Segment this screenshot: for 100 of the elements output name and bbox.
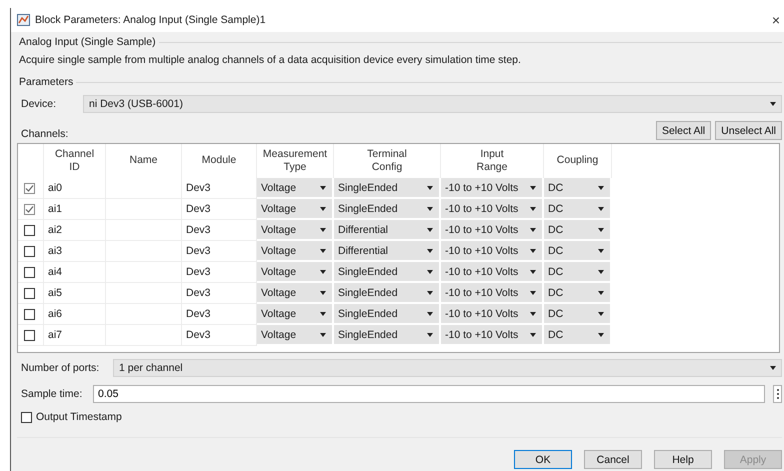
table-cell: ai3 (44, 241, 106, 262)
sample-time-field[interactable]: 0.05 (93, 385, 765, 403)
caret-icon (320, 228, 326, 232)
channels-label: Channels: (21, 128, 70, 140)
table-cell: ai5 (44, 283, 106, 304)
caret-icon (598, 206, 604, 210)
table-cell: ai0 (44, 178, 106, 199)
select-button[interactable]: Select All (656, 121, 712, 140)
column-header: Name (106, 144, 182, 178)
measurement-dropdown[interactable]: Voltage (257, 262, 334, 283)
caret-icon (598, 270, 604, 274)
group-title: Parameters (17, 76, 76, 88)
checkbox[interactable] (24, 308, 35, 320)
terminal-dropdown[interactable]: Differential (334, 241, 441, 262)
coupling-dropdown[interactable]: DC (544, 178, 612, 199)
caret-icon (427, 248, 433, 252)
measurement-dropdown[interactable]: Voltage (257, 199, 334, 220)
coupling-dropdown[interactable]: DC (544, 220, 612, 241)
measurement-dropdown[interactable]: Voltage (257, 241, 334, 262)
measurement-dropdown[interactable]: Voltage (257, 325, 334, 346)
caret-icon (530, 312, 536, 316)
group-title: Analog Input (Single Sample) (17, 36, 159, 48)
window-title: Block Parameters: Analog Input (Single Sample)1 (35, 14, 267, 26)
caret-icon (427, 270, 433, 274)
checkbox[interactable] (24, 182, 35, 194)
range-dropdown[interactable]: -10 to +10 Volts (441, 325, 544, 346)
column-header: Module (182, 144, 257, 178)
caret-icon (530, 248, 536, 252)
checkbox[interactable] (24, 266, 35, 278)
caret-icon (770, 366, 776, 370)
coupling-dropdown[interactable]: DC (544, 262, 612, 283)
checkbox[interactable] (24, 224, 35, 236)
caret-icon (598, 228, 604, 232)
table-cell: ai7 (44, 325, 106, 346)
caret-icon (427, 186, 433, 190)
table-cell: ai6 (44, 304, 106, 325)
table-cell: ai2 (44, 220, 106, 241)
caret-icon (530, 206, 536, 210)
terminal-dropdown[interactable]: SingleEnded (334, 199, 441, 220)
caret-icon (320, 270, 326, 274)
measurement-dropdown[interactable]: Voltage (257, 283, 334, 304)
caret-icon (320, 186, 326, 190)
coupling-dropdown[interactable]: DC (544, 283, 612, 304)
range-dropdown[interactable]: -10 to +10 Volts (441, 283, 544, 304)
dialog-button[interactable]: Cancel (584, 450, 642, 469)
coupling-dropdown[interactable]: DC (544, 241, 612, 262)
terminal-dropdown[interactable]: SingleEnded (334, 325, 441, 346)
terminal-dropdown[interactable]: SingleEnded (334, 304, 441, 325)
measurement-dropdown[interactable]: Voltage (257, 220, 334, 241)
coupling-dropdown[interactable]: DC (544, 325, 612, 346)
more-icon[interactable] (773, 385, 782, 403)
caret-icon (598, 186, 604, 190)
checkbox[interactable] (24, 204, 35, 214)
ports-dropdown[interactable]: 1 per channel (113, 359, 782, 377)
range-dropdown[interactable]: -10 to +10 Volts (441, 241, 544, 262)
checkbox[interactable] (24, 288, 35, 298)
dialog-button[interactable]: Help (654, 450, 712, 469)
measurement-dropdown[interactable]: Voltage (257, 178, 334, 199)
caret-icon (530, 228, 536, 232)
checkbox[interactable] (24, 246, 35, 256)
caret-icon (770, 102, 776, 106)
caret-icon (427, 206, 433, 210)
app-icon (17, 14, 30, 26)
dialog-button[interactable]: OK (514, 450, 572, 469)
checkbox[interactable] (21, 412, 32, 422)
caret-icon (320, 332, 326, 336)
range-dropdown[interactable]: -10 to +10 Volts (441, 262, 544, 283)
caret-icon (598, 312, 604, 316)
close-button[interactable]: × (772, 12, 780, 28)
coupling-dropdown[interactable]: DC (544, 304, 612, 325)
measurement-dropdown[interactable]: Voltage (257, 304, 334, 325)
range-dropdown[interactable]: -10 to +10 Volts (441, 178, 544, 199)
caret-icon (427, 228, 433, 232)
caret-icon (530, 290, 536, 294)
checkbox[interactable] (24, 330, 35, 340)
column-header: Channel ID (44, 144, 106, 178)
device-dropdown[interactable]: ni Dev3 (USB-6001) (83, 95, 782, 113)
terminal-dropdown[interactable]: SingleEnded (334, 283, 441, 304)
select-button[interactable]: Unselect All (715, 121, 782, 140)
block-description: Acquire single sample from multiple analog channels of a data acquisition device every simulation time step. (18, 54, 522, 66)
terminal-dropdown[interactable]: SingleEnded (334, 178, 441, 199)
caret-icon (598, 290, 604, 294)
caret-icon (530, 186, 536, 190)
sample-time-label: Sample time: (21, 388, 84, 400)
caret-icon (427, 332, 433, 336)
terminal-dropdown[interactable]: Differential (334, 220, 441, 241)
caret-icon (530, 332, 536, 336)
table-cell: ai1 (44, 199, 106, 220)
range-dropdown[interactable]: -10 to +10 Volts (441, 304, 544, 325)
caret-icon (427, 312, 433, 316)
caret-icon (427, 290, 433, 294)
caret-icon (530, 270, 536, 274)
caret-icon (320, 312, 326, 316)
caret-icon (598, 248, 604, 252)
ports-label: Number of ports: (21, 362, 100, 374)
range-dropdown[interactable]: -10 to +10 Volts (441, 220, 544, 241)
terminal-dropdown[interactable]: SingleEnded (334, 262, 441, 283)
range-dropdown[interactable]: -10 to +10 Volts (441, 199, 544, 220)
coupling-dropdown[interactable]: DC (544, 199, 612, 220)
caret-icon (320, 248, 326, 252)
